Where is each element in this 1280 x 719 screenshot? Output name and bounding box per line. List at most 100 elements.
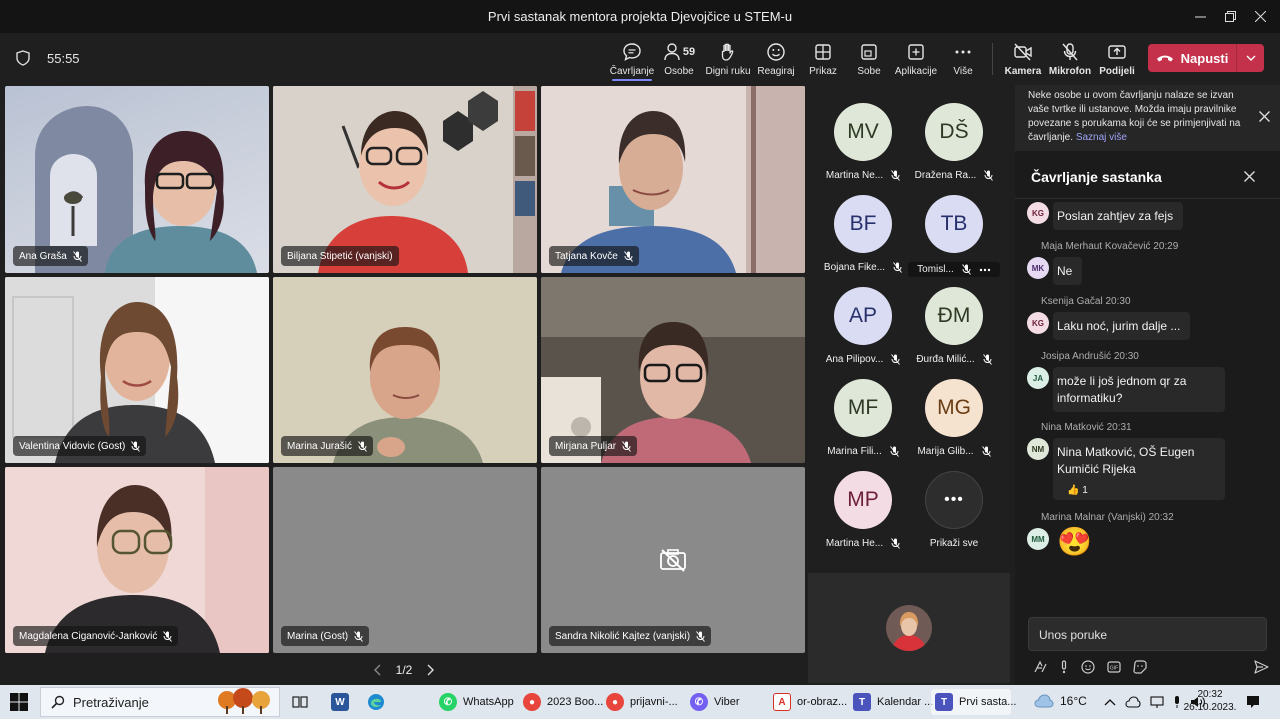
taskbar-app[interactable]: ✆ Viber: [686, 689, 743, 715]
roster-participant[interactable]: ĐM Đurđa Milić...: [908, 287, 1000, 365]
camera-button[interactable]: Kamera: [997, 41, 1049, 77]
windows-taskbar: Pretraživanje W ✆ WhatsApp ● 2023 Boo...…: [0, 685, 1280, 719]
people-button[interactable]: 59 Osobe: [653, 41, 705, 77]
taskbar-clock[interactable]: 20:32 26.10.2023.: [1182, 688, 1238, 714]
video-tile[interactable]: Biljana Stipetić (vanjski): [273, 86, 537, 273]
roster-participant[interactable]: MP Martina He...: [817, 471, 909, 549]
sticker-icon[interactable]: [1133, 660, 1147, 674]
chat-message[interactable]: Maja Merhaut Kovačević 20:29 MK Ne: [1027, 240, 1267, 285]
microphone-tray-icon[interactable]: [1173, 695, 1181, 709]
mic-muted-icon: [354, 630, 364, 642]
taskbar-app[interactable]: A or-obraz...: [769, 689, 851, 715]
participant-name-pill: Tatjana Kovče: [549, 246, 639, 266]
window-title: Prvi sastanak mentora projekta Djevojčic…: [487, 9, 793, 24]
chat-message[interactable]: Marina Malnar (Vanjski) 20:32 MM 😍: [1027, 511, 1267, 571]
close-icon[interactable]: [1244, 171, 1255, 182]
people-button-label: Osobe: [664, 66, 694, 77]
taskbar-app[interactable]: ✆ WhatsApp: [435, 689, 518, 715]
breakout-rooms-icon: [861, 44, 877, 60]
mic-muted-icon: [358, 440, 367, 452]
close-icon: [1254, 10, 1266, 22]
view-button[interactable]: Prikaz: [797, 41, 849, 77]
chat-message[interactable]: Josipa Andrušić 20:30 JA može li još jed…: [1027, 350, 1267, 412]
taskbar-app[interactable]: T Prvi sasta...: [931, 689, 1016, 715]
chevron-down-icon: [1246, 55, 1255, 61]
chat-message[interactable]: Ksenija Gačal 20:30 KG Laku noć, jurim d…: [1027, 295, 1267, 340]
shield-icon[interactable]: [16, 50, 30, 71]
chevron-up-icon[interactable]: [1104, 698, 1116, 706]
toolbar-divider: [992, 43, 993, 75]
roster-participant[interactable]: MF Marina Fili...: [817, 379, 909, 457]
task-view-icon[interactable]: [292, 694, 308, 715]
show-all-button[interactable]: ••• Prikaži sve: [908, 471, 1000, 549]
leave-main[interactable]: Napusti: [1148, 44, 1236, 72]
taskbar-app-label: Viber: [714, 696, 740, 708]
window-title-bar: Prvi sastanak mentora projekta Djevojčic…: [0, 0, 1280, 33]
participant-name: Marina Jurašić: [287, 440, 353, 452]
participant-name: Marina (Gost): [287, 630, 349, 642]
rooms-button[interactable]: Sobe: [843, 41, 895, 77]
microphone-button[interactable]: Mikrofon: [1044, 41, 1096, 77]
roster-participant[interactable]: TB Tomisl...: [908, 195, 1000, 277]
taskbar-app[interactable]: ● prijavni-...: [602, 689, 682, 715]
edge-icon[interactable]: [367, 693, 385, 716]
word-icon[interactable]: W: [331, 693, 349, 711]
roster-participant[interactable]: AP Ana Pilipov...: [817, 287, 909, 365]
video-tile[interactable]: Mirjana Puljar: [541, 277, 805, 463]
taskbar-search-box[interactable]: Pretraživanje: [40, 687, 280, 717]
mic-muted-icon: [893, 262, 902, 273]
weather-widget[interactable]: 16°C: [1034, 694, 1087, 708]
video-tile[interactable]: Marina (Gost): [273, 467, 537, 653]
mic-muted-icon: [982, 354, 992, 365]
notifications-icon[interactable]: [1246, 695, 1260, 714]
roster-participant[interactable]: MV Martina Ne...: [817, 103, 909, 181]
chat-message[interactable]: Nina Matković 20:31 NM Nina Matković, OŠ…: [1027, 421, 1267, 503]
chat-button[interactable]: Čavrljanje: [606, 41, 658, 81]
close-window-button[interactable]: [1240, 0, 1280, 32]
video-tile[interactable]: Marina Jurašić: [273, 277, 537, 463]
self-video-thumbnail: [886, 605, 932, 651]
roster-participant[interactable]: MG Marija Glib...: [908, 379, 1000, 457]
reaction-badge[interactable]: 👍 1: [1063, 482, 1092, 498]
chevron-right-icon[interactable]: [426, 664, 434, 676]
taskbar-app[interactable]: T Kalendar ...: [849, 689, 937, 715]
onedrive-icon[interactable]: [1125, 696, 1141, 708]
taskbar-app[interactable]: ● 2023 Boo...: [519, 689, 607, 715]
leave-options-button[interactable]: [1236, 44, 1264, 72]
react-button[interactable]: Reagiraj: [750, 41, 802, 77]
chevron-left-icon[interactable]: [374, 664, 382, 676]
video-tile[interactable]: Sandra Nikolić Kajtez (vanjski): [541, 467, 805, 653]
apps-button[interactable]: Aplikacije: [890, 41, 942, 77]
emoji-icon[interactable]: [1081, 660, 1095, 674]
video-tile[interactable]: Magdalena Ciganović-Janković: [5, 467, 269, 653]
video-tile[interactable]: Valentina Vidovic (Gost): [5, 277, 269, 463]
mic-off-icon: [1062, 43, 1078, 61]
learn-more-link[interactable]: Saznaj više: [1076, 132, 1127, 143]
view-grid-icon: [815, 44, 831, 60]
gif-icon[interactable]: GIF: [1107, 661, 1121, 673]
close-icon[interactable]: [1259, 111, 1270, 122]
message-input[interactable]: Unos poruke: [1028, 617, 1267, 651]
windows-start-button[interactable]: [10, 693, 28, 716]
notice-text: Neke osobe u ovom čavrljanju nalaze se i…: [1028, 90, 1241, 143]
video-feed: [35, 106, 257, 273]
roster-participant[interactable]: DŠ Dražena Ra...: [908, 103, 1000, 181]
cloud-icon: [1034, 694, 1054, 708]
network-icon[interactable]: [1150, 695, 1164, 709]
more-button[interactable]: Više: [937, 41, 989, 77]
taskbar-app-label: Prvi sasta...: [959, 696, 1017, 708]
roster-name: Marina Fili...: [827, 446, 882, 457]
leave-button[interactable]: Napusti: [1148, 44, 1264, 72]
video-tile[interactable]: Ana Graša: [5, 86, 269, 273]
video-tile[interactable]: Tatjana Kovče: [541, 86, 805, 273]
people-icon: [664, 43, 680, 61]
chat-message[interactable]: KG Poslan zahtjev za fejs: [1027, 202, 1267, 232]
teams-icon: T: [853, 693, 871, 711]
format-icon[interactable]: [1033, 660, 1047, 674]
important-icon[interactable]: [1059, 660, 1069, 674]
send-icon[interactable]: [1254, 660, 1269, 674]
roster-participant[interactable]: BF Bojana Fike...: [817, 195, 909, 273]
raise-hand-button[interactable]: Digni ruku: [702, 41, 754, 77]
more-icon[interactable]: [979, 268, 991, 272]
share-button[interactable]: Podijeli: [1091, 41, 1143, 77]
